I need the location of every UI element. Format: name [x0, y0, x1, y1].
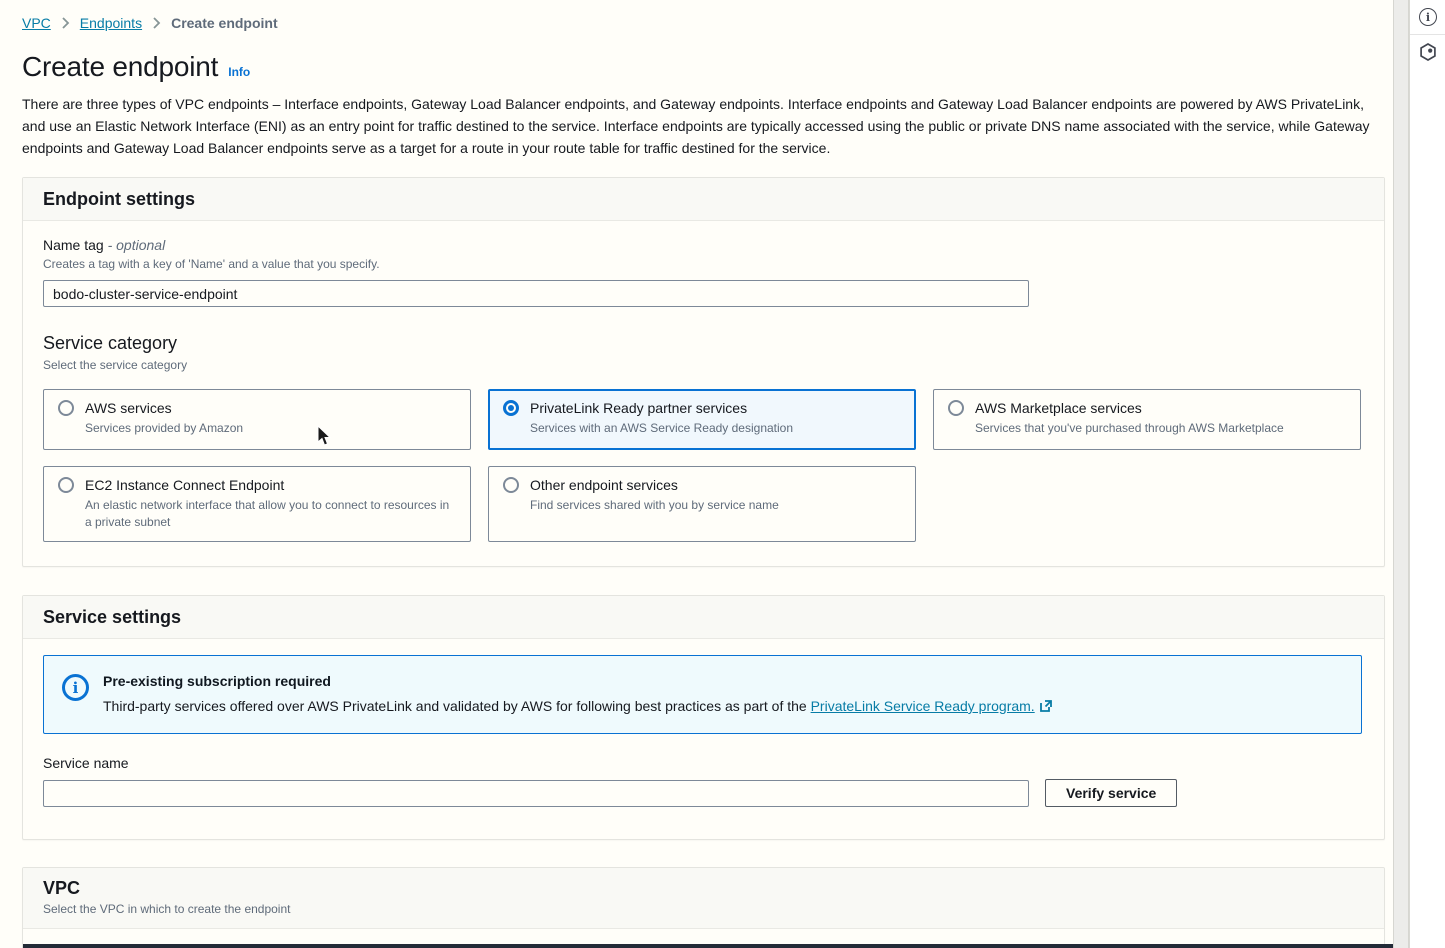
name-tag-input[interactable]	[43, 280, 1029, 307]
info-link[interactable]: Info	[228, 65, 250, 79]
info-icon: i	[1419, 8, 1437, 26]
tile-description: Services that you've purchased through A…	[975, 420, 1346, 437]
radio-ec2-instance-connect[interactable]	[58, 477, 74, 493]
tile-privatelink-ready[interactable]: PrivateLink Ready partner services Servi…	[488, 389, 916, 450]
service-name-input[interactable]	[43, 780, 1029, 807]
banner-text-body: Third-party services offered over AWS Pr…	[103, 698, 811, 714]
breadcrumb: VPC Endpoints Create endpoint	[22, 15, 1393, 31]
verify-service-button[interactable]: Verify service	[1045, 779, 1177, 807]
vertical-scrollbar[interactable]	[1393, 0, 1409, 948]
tile-other-endpoint-services[interactable]: Other endpoint services Find services sh…	[488, 466, 916, 542]
tile-title: PrivateLink Ready partner services	[530, 400, 747, 416]
tile-title: Other endpoint services	[530, 477, 678, 493]
info-circle-icon: i	[62, 674, 89, 701]
name-tag-label: Name tag - optional	[43, 237, 1364, 253]
endpoint-settings-title: Endpoint settings	[43, 189, 1364, 210]
breadcrumb-endpoints[interactable]: Endpoints	[80, 15, 142, 31]
vpc-card: VPC Select the VPC in which to create th…	[22, 867, 1385, 948]
vpc-select-top-edge	[23, 944, 1393, 948]
radio-aws-marketplace[interactable]	[948, 400, 964, 416]
service-category-description: Select the service category	[43, 358, 1364, 372]
tile-description: Services provided by Amazon	[85, 420, 456, 437]
endpoint-settings-card: Endpoint settings Name tag - optional Cr…	[22, 177, 1385, 567]
vpc-section-title: VPC	[43, 878, 1364, 899]
radio-privatelink-ready[interactable]	[503, 400, 519, 416]
radio-other-endpoint-services[interactable]	[503, 477, 519, 493]
external-link-icon	[1039, 699, 1053, 716]
service-name-label: Service name	[43, 755, 1029, 771]
privatelink-program-link[interactable]: PrivateLink Service Ready program.	[811, 698, 1053, 714]
tile-aws-marketplace[interactable]: AWS Marketplace services Services that y…	[933, 389, 1361, 450]
name-tag-optional: - optional	[108, 237, 166, 253]
name-tag-description: Creates a tag with a key of 'Name' and a…	[43, 257, 1364, 271]
chevron-right-icon	[61, 17, 70, 29]
page-title: Create endpoint	[22, 51, 218, 83]
tile-description: Find services shared with you by service…	[530, 497, 901, 514]
name-tag-label-text: Name tag	[43, 237, 104, 253]
page-description: There are three types of VPC endpoints –…	[22, 93, 1378, 159]
service-category-heading: Service category	[43, 333, 1364, 354]
service-settings-title: Service settings	[43, 607, 1364, 628]
tile-title: AWS Marketplace services	[975, 400, 1142, 416]
service-category-options: AWS services Services provided by Amazon…	[43, 389, 1364, 542]
help-panel-rail: i	[1409, 0, 1445, 948]
tile-description: An elastic network interface that allow …	[85, 497, 455, 531]
create-endpoint-page: VPC Endpoints Create endpoint Create end…	[0, 0, 1445, 948]
tile-ec2-instance-connect[interactable]: EC2 Instance Connect Endpoint An elastic…	[43, 466, 471, 542]
breadcrumb-current: Create endpoint	[171, 15, 278, 31]
vpc-section-description: Select the VPC in which to create the en…	[43, 902, 1364, 916]
tile-title: EC2 Instance Connect Endpoint	[85, 477, 284, 493]
banner-text: Third-party services offered over AWS Pr…	[103, 698, 1053, 716]
tile-title: AWS services	[85, 400, 172, 416]
resources-panel-button[interactable]	[1410, 35, 1445, 69]
help-panel-button[interactable]: i	[1410, 0, 1445, 34]
subscription-required-banner: i Pre-existing subscription required Thi…	[43, 655, 1362, 734]
breadcrumb-vpc[interactable]: VPC	[22, 15, 51, 31]
chevron-right-icon	[152, 17, 161, 29]
tile-description: Services with an AWS Service Ready desig…	[530, 420, 901, 437]
service-settings-card: Service settings i Pre-existing subscrip…	[22, 595, 1385, 840]
main-content: VPC Endpoints Create endpoint Create end…	[0, 0, 1393, 948]
radio-aws-services[interactable]	[58, 400, 74, 416]
banner-title: Pre-existing subscription required	[103, 673, 1053, 689]
tile-aws-services[interactable]: AWS services Services provided by Amazon	[43, 389, 471, 450]
hexagon-dot-icon	[1418, 42, 1438, 62]
